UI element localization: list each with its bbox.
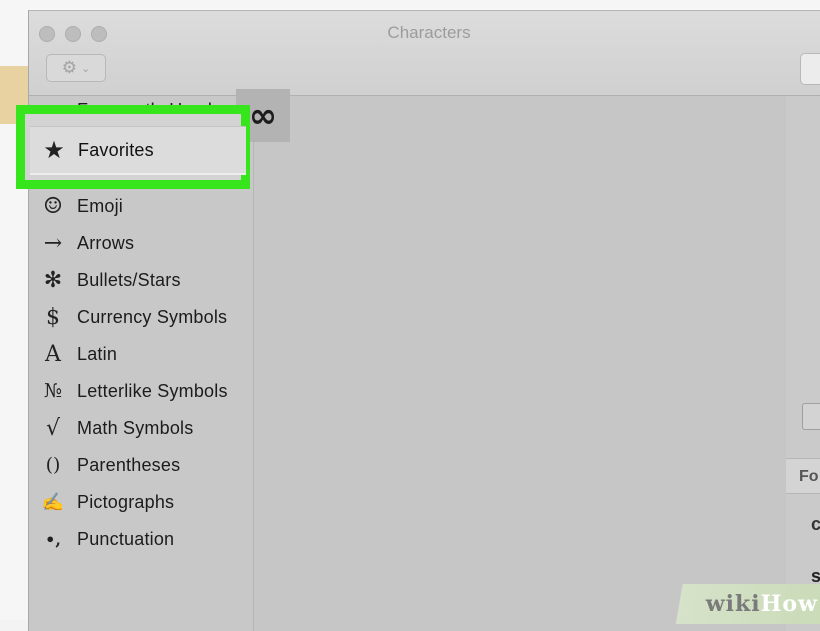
sidebar-item-label: Latin (77, 343, 118, 364)
watermark-part: How (760, 591, 818, 617)
parentheses-icon: () (45, 454, 61, 476)
action-menu-button[interactable]: ⚙ ⌄ (46, 54, 106, 82)
sidebar-item-math-symbols[interactable]: √ Math Symbols (29, 411, 253, 445)
punctuation-icon: •, (45, 529, 61, 549)
title-bar: Characters ⚙ ⌄ (29, 11, 820, 96)
sidebar-item-arrows[interactable]: → Arrows (29, 226, 253, 260)
sidebar-item-pictographs[interactable]: ✍ Pictographs (29, 485, 253, 519)
sidebar-item-label: Emoji (77, 195, 124, 216)
emoji-icon: ☺ (43, 193, 63, 219)
sidebar-item-letterlike-symbols[interactable]: № Letterlike Symbols (29, 374, 253, 408)
font-variation-glyph[interactable]: c (811, 514, 820, 535)
dollar-icon: $ (46, 304, 60, 330)
bullet-star-icon: ✻ (43, 267, 63, 293)
sidebar-item-currency-symbols[interactable]: $ Currency Symbols (29, 300, 253, 334)
writing-hand-icon: ✍ (41, 491, 65, 513)
character-info-panel: Fo c s (786, 96, 820, 631)
sidebar-item-parentheses[interactable]: () Parentheses (29, 448, 253, 482)
sidebar-item-label: Parentheses (77, 454, 181, 475)
sidebar-item-punctuation[interactable]: •, Punctuation (29, 522, 253, 556)
sidebar-item-bullets-stars[interactable]: ✻ Bullets/Stars (29, 263, 253, 297)
sidebar-item-latin[interactable]: A Latin (29, 337, 253, 371)
numero-icon: № (44, 380, 62, 402)
gear-icon: ⚙ (61, 58, 78, 77)
sidebar-item-label: Arrows (77, 232, 135, 253)
square-root-icon: √ (45, 415, 61, 441)
font-variation-header: Fo (786, 458, 820, 494)
sidebar-item-label: Punctuation (77, 528, 175, 549)
search-field[interactable] (800, 53, 820, 85)
window-title: Characters (387, 23, 471, 42)
character-grid (254, 96, 814, 631)
sidebar-item-label: Bullets/Stars (77, 269, 181, 290)
latin-a-icon: A (45, 341, 61, 367)
sidebar-item-label: Math Symbols (77, 417, 194, 438)
sidebar-item-label: Favorites (78, 139, 154, 160)
sidebar-item-label: Currency Symbols (77, 306, 228, 327)
add-to-favorites-button[interactable] (802, 403, 820, 430)
arrow-icon: → (43, 230, 63, 256)
sidebar-item-label: Letterlike Symbols (77, 380, 228, 401)
sidebar-item-label: Pictographs (77, 491, 175, 512)
sidebar-item-favorites[interactable]: ★ Favorites (30, 126, 246, 175)
star-icon: ★ (43, 136, 65, 164)
chevron-down-icon: ⌄ (81, 62, 91, 75)
sidebar-item-emoji[interactable]: ☺ Emoji (29, 189, 253, 223)
watermark-part: wiki (705, 591, 761, 617)
wikihow-watermark: wiki How (668, 584, 820, 624)
characters-window: Characters ⚙ ⌄ Frequently Used ☺ Emoji →… (28, 10, 820, 631)
